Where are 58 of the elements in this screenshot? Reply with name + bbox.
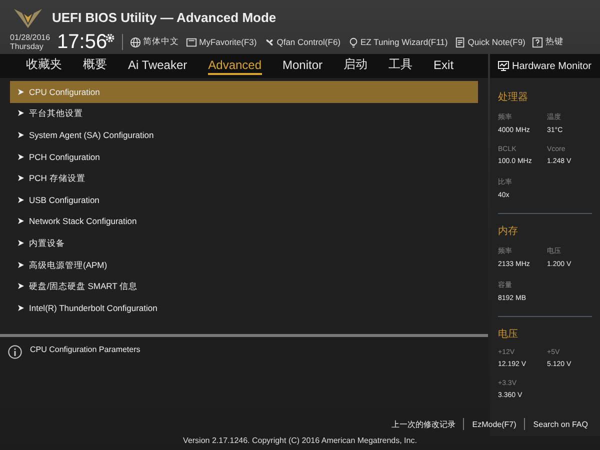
menu-item[interactable]: PCH 存储设置 xyxy=(10,167,478,189)
help-text: CPU Configuration Parameters xyxy=(30,345,140,356)
menu-item[interactable]: 高级电源管理(APM) xyxy=(10,254,478,276)
version-text: Version 2.17.1246. Copyright (C) 2016 American Megatrends, Inc. xyxy=(183,436,417,445)
window-title: UEFI BIOS Utility — Advanced Mode xyxy=(52,10,276,24)
section-title: 处理器 xyxy=(498,90,529,104)
toolbar-button[interactable]: Qfan Control(F6) xyxy=(264,36,341,48)
menu-item[interactable]: PCH Configuration xyxy=(10,146,478,168)
info-icon xyxy=(8,345,22,359)
settings-icon[interactable] xyxy=(105,33,116,43)
chevron-icon xyxy=(18,154,24,160)
globe-icon xyxy=(130,36,142,48)
menu-item[interactable]: 平台其他设置 xyxy=(10,102,478,124)
chevron-icon xyxy=(18,196,24,203)
clock-time: 17:56 xyxy=(57,30,108,54)
toolbar-button[interactable]: 热键 xyxy=(532,36,564,48)
menu-item[interactable]: 内置设备 xyxy=(10,232,478,254)
lightbulb-icon xyxy=(348,36,359,48)
menu-tab[interactable]: Advanced xyxy=(208,58,262,74)
chevron-icon xyxy=(18,132,24,138)
chevron-icon xyxy=(18,218,24,224)
menu-item[interactable]: Intel(R) Thunderbolt Configuration xyxy=(10,296,478,319)
day-text: Thursday xyxy=(10,42,44,51)
menu-tab[interactable]: 概要 xyxy=(83,56,107,76)
menu-tab[interactable]: Monitor xyxy=(282,58,323,74)
chevron-icon xyxy=(18,283,24,290)
help-icon xyxy=(532,36,544,48)
note-icon xyxy=(454,36,466,48)
footer-link[interactable]: Search on FAQ xyxy=(533,420,588,428)
footer-link[interactable]: EzMode(F7) xyxy=(472,420,516,428)
menu-tab[interactable]: 收藏夹 xyxy=(26,56,62,76)
menu-item[interactable]: CPU Configuration xyxy=(10,81,478,103)
toolbar-button[interactable]: EZ Tuning Wizard(F11) xyxy=(348,36,448,48)
chevron-icon xyxy=(18,304,24,311)
menu-tab[interactable]: 工具 xyxy=(388,56,413,76)
menu-item[interactable]: Network Stack Configuration xyxy=(10,210,478,232)
folder-icon xyxy=(186,36,198,48)
menu-item[interactable]: USB Configuration xyxy=(10,188,478,211)
chevron-icon xyxy=(18,175,24,182)
toolbar-button[interactable]: 简体中文 xyxy=(130,36,180,48)
footer-link[interactable]: 上一次的修改记录 xyxy=(391,418,456,430)
menu-tab[interactable]: Ai Tweaker xyxy=(128,58,188,74)
toolbar-button[interactable]: Quick Note(F9) xyxy=(454,36,526,48)
menu-item[interactable]: 硬盘/固态硬盘 SMART 信息 xyxy=(10,275,478,297)
fan-icon xyxy=(264,36,275,48)
section-title: 电压 xyxy=(498,328,519,341)
section-title: 内存 xyxy=(498,224,519,238)
chevron-icon xyxy=(18,110,24,116)
date-text: 01/28/2016 xyxy=(10,33,50,42)
toolbar-button[interactable]: MyFavorite(F3) xyxy=(186,36,257,48)
chevron-icon xyxy=(18,88,24,95)
monitor-icon xyxy=(498,61,509,71)
hardware-monitor-title: Hardware Monitor xyxy=(490,54,600,78)
menu-tab[interactable]: 启动 xyxy=(344,56,368,76)
menu-tab[interactable]: Exit xyxy=(434,58,454,74)
menu-item[interactable]: System Agent (SA) Configuration xyxy=(10,124,478,146)
chevron-icon xyxy=(18,262,24,268)
chevron-icon xyxy=(18,240,24,246)
